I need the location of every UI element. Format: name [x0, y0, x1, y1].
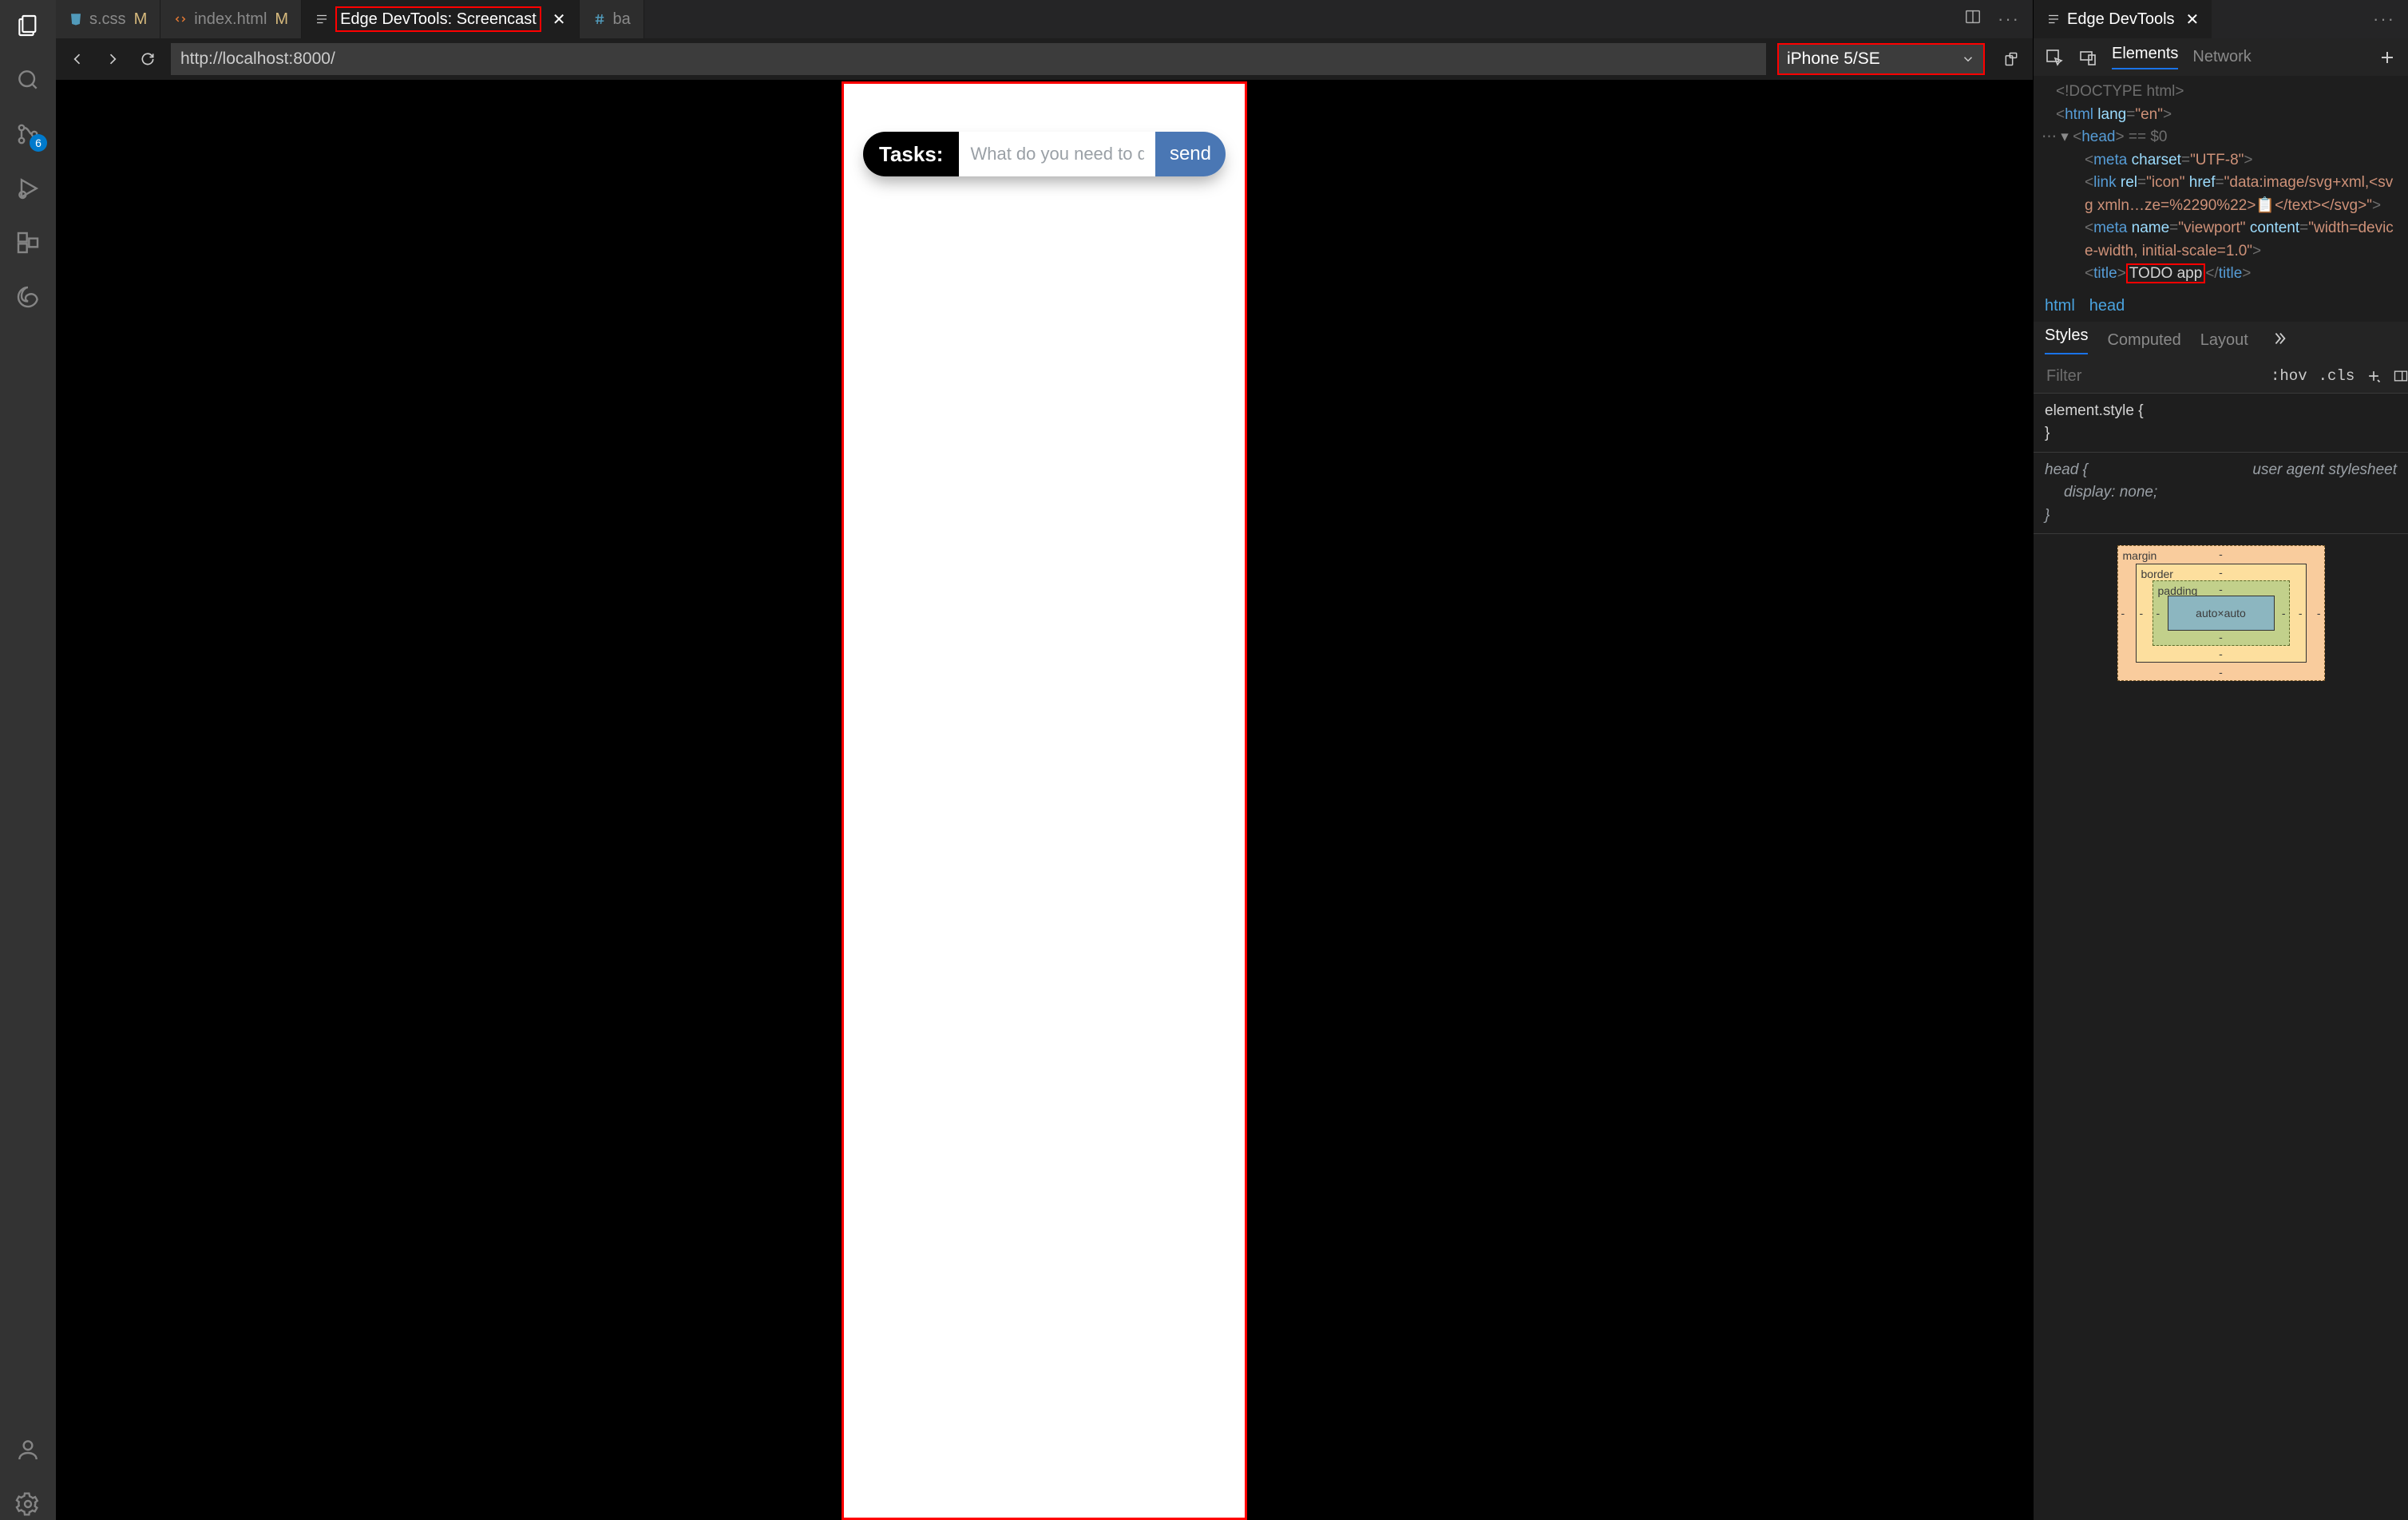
crumb-head[interactable]: head	[2089, 297, 2125, 315]
more-tabs-icon[interactable]	[2271, 330, 2288, 352]
highlight-screencast: Edge DevTools: Screencast	[335, 6, 541, 32]
source-control-icon[interactable]: 6	[12, 118, 44, 150]
todo-input-pill: Tasks: send	[863, 132, 1226, 176]
devtools-tab-row: Edge DevTools ✕ ···	[2034, 0, 2408, 38]
tab-edge-devtools[interactable]: Edge DevTools ✕	[2034, 0, 2212, 38]
css-file-icon	[69, 12, 83, 26]
modified-indicator: M	[134, 10, 148, 29]
chevron-down-icon	[1961, 52, 1975, 66]
tab-label: index.html	[194, 10, 267, 29]
tab-label: ba	[613, 10, 631, 29]
hash-icon	[592, 12, 607, 26]
computed-tab[interactable]: Computed	[2107, 331, 2180, 350]
inspect-element-icon[interactable]	[2045, 48, 2064, 67]
dom-breadcrumb: html head	[2034, 291, 2408, 322]
task-input[interactable]	[959, 132, 1155, 176]
styles-filter-input[interactable]	[2045, 366, 2259, 386]
tasks-label: Tasks:	[863, 132, 959, 176]
extensions-icon[interactable]	[12, 227, 44, 259]
explorer-icon[interactable]	[12, 10, 44, 42]
url-input[interactable]	[171, 43, 1766, 75]
devtools-icon	[2046, 12, 2061, 26]
device-toolbar-icon[interactable]	[2078, 48, 2097, 67]
layout-tab[interactable]: Layout	[2200, 331, 2248, 350]
account-icon[interactable]	[12, 1434, 44, 1466]
run-debug-icon[interactable]	[12, 172, 44, 204]
search-icon[interactable]	[12, 64, 44, 96]
edge-icon[interactable]	[12, 281, 44, 313]
more-actions-icon[interactable]: ···	[2373, 9, 2395, 30]
modified-indicator: M	[275, 10, 288, 29]
reload-icon[interactable]	[136, 47, 160, 71]
split-editor-icon[interactable]	[1964, 8, 1982, 30]
tab-css[interactable]: s.css M	[56, 0, 160, 38]
tab-bas[interactable]: ba	[580, 0, 644, 38]
scm-badge: 6	[30, 134, 47, 152]
hov-toggle[interactable]: :hov	[2271, 367, 2307, 385]
css-rule-element-style[interactable]: element.style { }	[2034, 394, 2408, 453]
box-model-content: auto×auto	[2168, 596, 2275, 631]
styles-subtabs: Styles Computed Layout	[2034, 322, 2408, 360]
screencast-viewport: Tasks: send	[56, 80, 2033, 1520]
add-tab-icon[interactable]	[2378, 48, 2397, 67]
nav-back-icon[interactable]	[65, 47, 89, 71]
network-tab[interactable]: Network	[2192, 48, 2251, 66]
nav-forward-icon[interactable]	[101, 47, 125, 71]
tab-label: s.css	[89, 10, 126, 29]
device-name: iPhone 5/SE	[1787, 49, 1880, 69]
close-icon[interactable]: ✕	[552, 10, 566, 30]
box-model: margin ---- border ---- padding ---- aut…	[2034, 534, 2408, 1520]
send-button[interactable]: send	[1155, 132, 1226, 176]
tab-index-html[interactable]: index.html M	[160, 0, 302, 38]
settings-gear-icon[interactable]	[12, 1488, 44, 1520]
dom-tree[interactable]: <!DOCTYPE html> <html lang="en"> ⋯ ▾ <he…	[2034, 76, 2408, 291]
toggle-sidebar-icon[interactable]	[2393, 368, 2408, 384]
styles-tab[interactable]: Styles	[2045, 327, 2088, 354]
rotate-icon[interactable]	[1999, 47, 2023, 71]
activity-bar: 6	[0, 0, 56, 1520]
new-style-rule-icon[interactable]	[2366, 368, 2382, 384]
screencast-icon	[315, 12, 329, 26]
cls-toggle[interactable]: .cls	[2319, 367, 2355, 385]
styles-filter-row: :hov .cls	[2034, 360, 2408, 394]
more-actions-icon[interactable]: ···	[1998, 9, 2020, 30]
html-file-icon	[173, 12, 188, 26]
close-icon[interactable]: ✕	[2186, 10, 2200, 30]
tab-screencast[interactable]: Edge DevTools: Screencast ✕	[302, 0, 579, 38]
elements-tab[interactable]: Elements	[2112, 45, 2178, 69]
devtools-panel: Edge DevTools ✕ ··· Elements Network <!D…	[2033, 0, 2408, 1520]
crumb-html[interactable]: html	[2045, 297, 2075, 315]
editor-tabs: s.css M index.html M Edge DevTools: Scre…	[56, 0, 2033, 38]
css-rule-head[interactable]: head {user agent stylesheet display: non…	[2034, 453, 2408, 535]
device-emulation-select[interactable]: iPhone 5/SE	[1777, 43, 1985, 75]
devtools-toolstrip: Elements Network	[2034, 38, 2408, 76]
screencast-toolbar: iPhone 5/SE	[56, 38, 2033, 80]
emulated-device-frame: Tasks: send	[842, 81, 1247, 1520]
